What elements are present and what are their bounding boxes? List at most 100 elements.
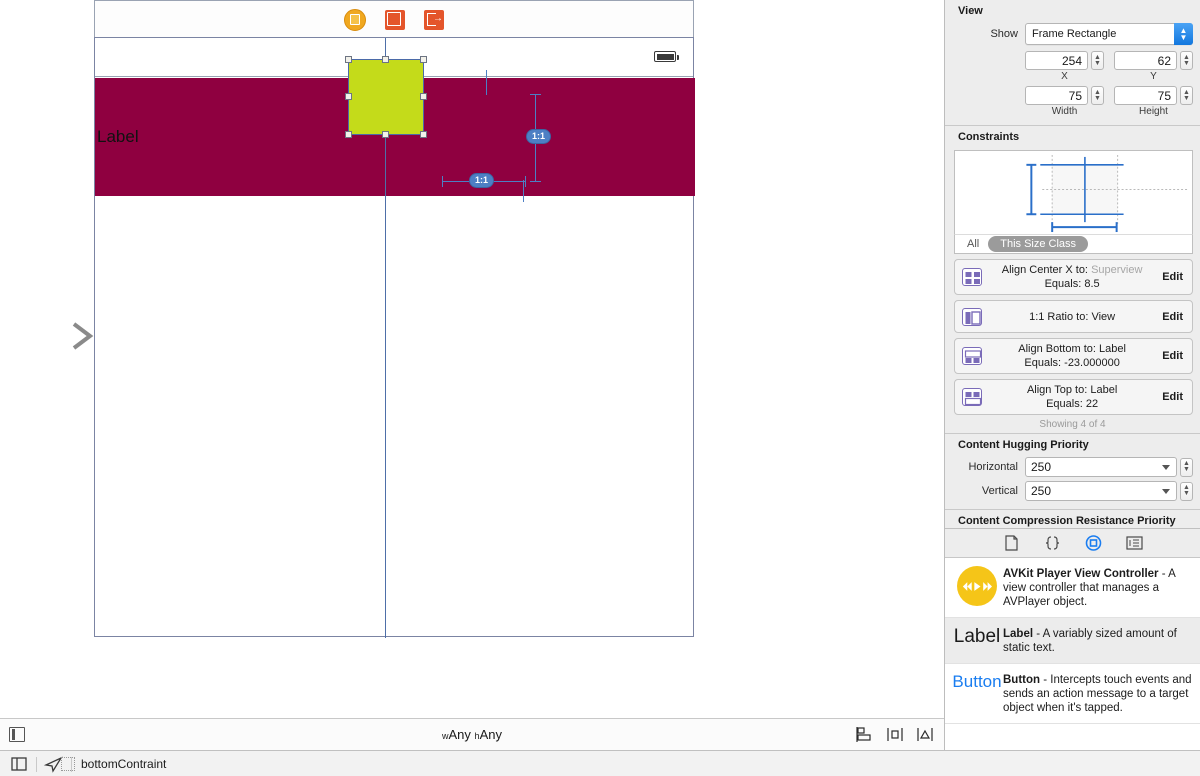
height-field[interactable]: 75 [1114,86,1177,105]
constraint-constant-value: 22 [1085,398,1099,410]
constraint-constant-line: Equals: -23.000000 [984,356,1160,370]
chp-vertical-value: 250 [1031,484,1052,498]
constraint-rows-list: Align Center X to: Superview Equals: 8.5 E… [945,259,1200,415]
corner-constraint-line [523,180,524,202]
segment-this-size-class[interactable]: This Size Class [988,236,1089,252]
chp-vertical-combo[interactable]: 250 [1025,481,1177,501]
chp-horizontal-combo[interactable]: 250 [1025,457,1177,477]
chp-vertical-stepper[interactable]: ▲ ▼ [1180,481,1193,501]
resize-handle-middle-left[interactable] [345,93,352,100]
size-inspector-panel[interactable]: View Show Frame Rectangle ▲ ▼ 254 ▲ ▼ 62 ▲… [944,0,1200,750]
status-separator-1 [36,756,37,772]
first-responder-icon[interactable] [385,9,405,30]
size-class-indicator[interactable]: wAny hAny [0,727,944,742]
scene-dock[interactable] [94,0,694,38]
selected-square-view[interactable] [345,56,427,138]
size-class-h-value: Any [479,727,502,742]
y-field[interactable]: 62 [1114,51,1177,70]
library-item-description: Label - A variably sized amount of stati… [1003,626,1193,655]
constraint-relation-target: Label [1090,384,1118,396]
library-items-list[interactable]: AVKit Player View Controller - A view co… [945,558,1200,724]
constraint-relation-target: View [1091,310,1116,323]
resize-handle-top-left[interactable] [345,56,352,63]
chp-vertical-label: Vertical [981,485,1018,497]
constraint-relation-line: Align Top to: Label [984,383,1160,397]
breadcrumb-label[interactable]: bottomContraint [81,757,166,771]
constraint-relation-target: Superview [1091,264,1143,276]
constraint-row[interactable]: Align Center X to: Superview Equals: 8.5 E… [954,259,1193,295]
pin-button[interactable] [916,726,934,743]
chp-horizontal-row[interactable]: Horizontal 250 ▲ ▼ [945,455,1200,479]
show-popup-button[interactable]: Frame Rectangle ▲ ▼ [1025,23,1193,45]
constraint-relation-line: 1:1 Ratio to: View [984,310,1160,324]
code-snippet-library-tab[interactable] [1043,534,1062,552]
label-thumb-text: Label [953,626,1001,647]
align-top-icon [962,388,982,406]
constraints-section-title: Constraints [958,131,1020,143]
constraint-edit-button[interactable]: Edit [1162,311,1192,323]
view-controller-icon[interactable] [344,8,366,31]
view-controller-scene[interactable]: Label [94,0,696,638]
exit-icon[interactable] [424,9,444,30]
embed-in-stack-button[interactable] [856,726,874,743]
constraint-row[interactable]: 1:1 Ratio to: View Edit [954,300,1193,333]
view-section-title: View [958,5,983,17]
constraint-edit-button[interactable]: Edit [1162,271,1192,283]
library-tab-bar[interactable] [945,529,1200,558]
constraints-diagram[interactable] [954,150,1193,234]
library-item[interactable]: Label Label - A variably sized amount of … [945,618,1200,664]
align-center-x-icon [962,268,982,286]
constraint-row[interactable]: Align Top to: Label Equals: 22 Edit [954,379,1193,415]
constraint-edit-button[interactable]: Edit [1162,391,1192,403]
show-row[interactable]: Show Frame Rectangle ▲ ▼ [945,21,1200,47]
chp-vertical-row[interactable]: Vertical 250 ▲ ▼ [945,479,1200,503]
chevron-down-icon [1162,465,1170,470]
align-button[interactable] [886,726,904,743]
library-item[interactable]: AVKit Player View Controller - A view co… [945,558,1200,618]
library-item-title: Button [1003,674,1041,686]
segment-all[interactable]: All [955,238,988,250]
constraint-edit-button[interactable]: Edit [1162,350,1192,362]
resize-handle-top-center[interactable] [382,56,389,63]
resize-handle-bottom-left[interactable] [345,131,352,138]
constraint-relation-target: Label [1099,343,1126,355]
constraint-constant-value: 8.5 [1084,278,1100,290]
x-stepper[interactable]: ▲ ▼ [1091,51,1104,70]
library-item[interactable]: Button Button - Intercepts touch events a… [945,664,1200,724]
ratio-badge-right[interactable]: 1:1 [526,129,552,144]
constraint-constant-line: Equals: 8.5 [984,277,1160,291]
chp-horizontal-stepper[interactable]: ▲ ▼ [1180,457,1193,477]
library-item-title: AVKit Player View Controller [1003,568,1159,580]
file-template-library-tab[interactable] [1002,534,1021,552]
height-stepper[interactable]: ▲ ▼ [1180,86,1193,105]
constraint-description: Align Bottom to: Label Equals: -23.000000 [982,339,1162,373]
media-library-tab[interactable] [1125,534,1144,552]
object-library-panel[interactable]: AVKit Player View Controller - A view co… [945,528,1200,750]
bottom-constraint-cap-left [442,176,443,187]
constraint-relation-line: Align Center X to: Superview [984,263,1160,277]
x-field[interactable]: 254 [1025,51,1088,70]
ratio-badge-bottom[interactable]: 1:1 [469,173,495,188]
object-library-tab[interactable] [1084,534,1103,552]
bottom-status-bar: bottomContraint [0,750,1200,776]
constraint-relation-line: Align Bottom to: Label [984,342,1160,356]
right-constraint-cap-top [530,94,541,95]
constraints-scope-segmented-control[interactable]: All This Size Class [954,234,1193,254]
resize-handle-bottom-right[interactable] [420,131,427,138]
popup-arrows-icon: ▲ ▼ [1174,23,1193,45]
resize-handle-top-right[interactable] [420,56,427,63]
width-field[interactable]: 75 [1025,86,1088,105]
resize-handle-bottom-center[interactable] [382,131,389,138]
y-stepper[interactable]: ▲ ▼ [1180,51,1193,70]
constraint-constant-value: -23.000000 [1064,357,1120,369]
show-label: Show [990,28,1018,40]
storyboard-entry-point-arrow [0,322,94,350]
constraint-row[interactable]: Align Bottom to: Label Equals: -23.000000… [954,338,1193,374]
interface-builder-canvas[interactable]: Label [0,0,944,718]
height-caption: Height [1139,106,1168,117]
constraint-constant-line: Equals: 22 [984,397,1160,411]
toggle-navigator-icon[interactable] [6,755,32,773]
resize-handle-middle-right[interactable] [420,93,427,100]
width-stepper[interactable]: ▲ ▼ [1091,86,1104,105]
button-thumb-text: Button [952,672,1002,691]
